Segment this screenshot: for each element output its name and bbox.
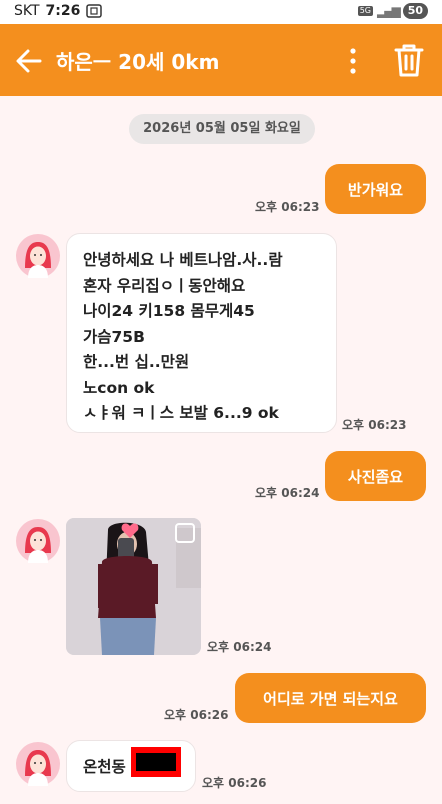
trash-icon[interactable] [392,42,426,78]
message-time: 오후 06:24 [207,640,272,654]
chat-header: 하은ㅡ 20세 0km [0,24,442,96]
photo-message[interactable] [66,518,201,655]
message-text: 온천동 [83,758,126,776]
network-type: 5G [357,6,373,16]
back-arrow-icon[interactable] [12,44,46,78]
outgoing-message[interactable]: 어디로 가면 되는지요 [235,673,426,723]
screenshot-icon [86,4,103,18]
message-time: 오후 06:24 [255,486,320,500]
avatar[interactable] [16,742,60,786]
outgoing-message[interactable]: 반가워요 [325,164,426,214]
message-text: 어디로 가면 되는지요 [263,689,398,708]
status-left: SKT 7:26 [14,3,103,19]
message-text: 안녕하세요 나 베트나암.사..람 혼자 우리집ㅇㅣ동안해요 나이24 키158… [83,251,283,422]
more-options-icon[interactable] [338,46,368,76]
avatar[interactable] [16,234,60,278]
message-text: 사진좀요 [347,467,404,486]
chat-title: 하은ㅡ 20세 0km [56,50,220,74]
message-time: 오후 06:23 [342,418,407,432]
message-time: 오후 06:26 [164,708,229,722]
incoming-message[interactable]: 안녕하세요 나 베트나암.사..람 혼자 우리집ㅇㅣ동안해요 나이24 키158… [66,233,337,433]
message-text: 반가워요 [347,180,404,199]
outgoing-message[interactable]: 사진좀요 [325,451,426,501]
avatar[interactable] [16,519,60,563]
message-time: 오후 06:23 [255,200,320,214]
redaction-box [131,747,181,777]
carrier-label: SKT [14,3,40,19]
message-time: 오후 06:26 [202,776,267,790]
status-bar: SKT 7:26 5G ▂▄▆ 50 [0,0,442,24]
signal-icon: ▂▄▆ [377,4,401,18]
battery-level: 50 [402,3,428,19]
status-time: 7:26 [45,3,81,19]
date-chip: 2026년 05월 05일 화요일 [129,114,315,144]
redaction-fill [136,753,176,771]
status-right: 5G ▂▄▆ 50 [357,3,428,19]
